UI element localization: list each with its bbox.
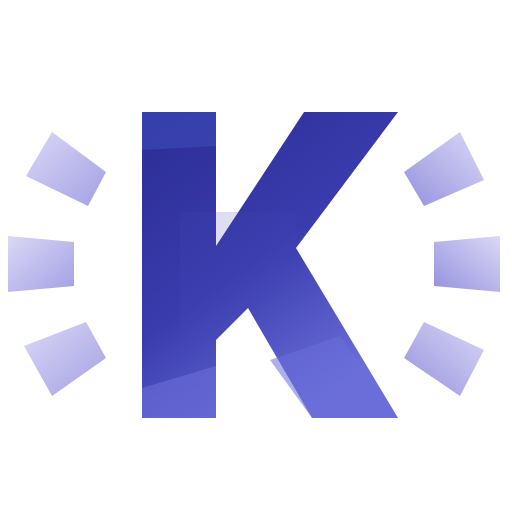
right-rays [404, 132, 500, 396]
app-icon [0, 0, 512, 512]
ray-right-bottom-icon [404, 322, 484, 396]
left-rays [8, 132, 106, 396]
ray-left-top-icon [26, 132, 106, 206]
letter-k [142, 112, 398, 418]
ray-right-middle-icon [434, 236, 500, 292]
ray-left-middle-icon [8, 236, 74, 292]
ray-right-top-icon [404, 132, 484, 206]
k-logo [8, 112, 500, 418]
ray-left-bottom-icon [24, 322, 106, 396]
